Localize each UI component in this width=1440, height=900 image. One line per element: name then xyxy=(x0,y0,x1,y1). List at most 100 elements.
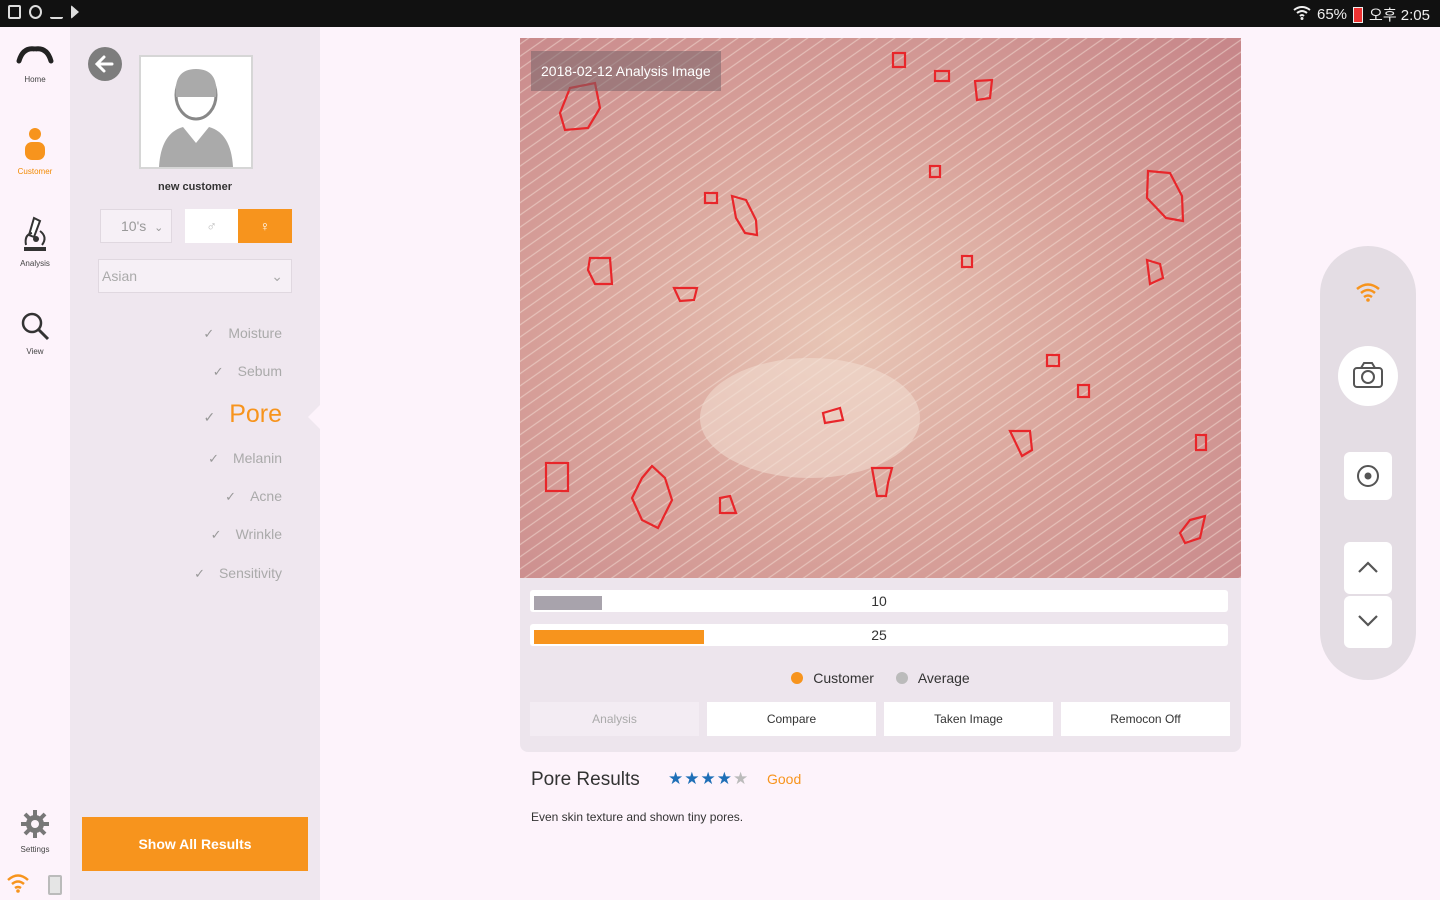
ethnicity-select[interactable]: Asian ⌄ xyxy=(98,259,292,293)
tab-compare[interactable]: Compare xyxy=(707,702,876,736)
chevron-down-icon: ⌄ xyxy=(271,268,283,284)
rail-analysis[interactable]: Analysis xyxy=(0,215,70,268)
category-label: Wrinkle xyxy=(235,526,282,542)
analysis-image[interactable]: 2018-02-12 Analysis Image xyxy=(520,38,1241,578)
customer-panel: new customer 10's ⌄ ♂ ♀ Asian ⌄ ✓ Moistur… xyxy=(70,27,320,900)
check-icon: ✓ xyxy=(208,451,219,466)
download-icon xyxy=(50,5,63,19)
category-pore[interactable]: ✓ Pore xyxy=(203,400,282,429)
customer-value: 25 xyxy=(871,627,887,643)
down-button[interactable] xyxy=(1344,596,1392,648)
rail-analysis-label: Analysis xyxy=(20,259,50,268)
ethnicity-value: Asian xyxy=(102,268,138,284)
tab-analysis[interactable]: Analysis xyxy=(530,702,699,736)
results-grade: Good xyxy=(767,771,802,787)
category-wrinkle[interactable]: ✓ Wrinkle xyxy=(211,526,282,543)
check-icon: ✓ xyxy=(212,364,224,379)
media-icon xyxy=(71,5,79,19)
category-label: Moisture xyxy=(228,325,282,341)
check-icon: ✓ xyxy=(225,489,237,504)
show-all-results-button[interactable]: Show All Results xyxy=(82,817,308,871)
customer-dot-icon xyxy=(791,672,804,684)
chevron-up-icon xyxy=(1358,561,1378,573)
camera-icon xyxy=(1353,362,1383,388)
clock: 오후 2:05 xyxy=(1369,7,1430,24)
category-sebum[interactable]: ✓ Sebum xyxy=(213,363,282,380)
notification-icons xyxy=(8,5,79,19)
average-value: 10 xyxy=(871,593,887,609)
chevron-down-icon xyxy=(1358,615,1378,627)
category-label: Melanin xyxy=(232,450,282,466)
male-icon: ♂ xyxy=(206,218,217,234)
category-label: Acne xyxy=(250,488,282,504)
rail-home-label: Home xyxy=(24,75,46,84)
battery-icon xyxy=(1353,6,1364,23)
person-silhouette-icon xyxy=(159,69,233,167)
check-icon: ✓ xyxy=(210,527,222,542)
rail-view-label: View xyxy=(26,347,44,356)
search-icon xyxy=(21,312,50,341)
star-icon: ★ xyxy=(668,769,685,788)
home-logo-icon xyxy=(16,46,54,64)
wifi-status-icon xyxy=(1293,5,1311,24)
skin-photo xyxy=(520,38,1241,578)
category-moisture[interactable]: ✓ Moisture xyxy=(203,325,282,342)
globe-icon xyxy=(29,5,42,19)
rail-customer-label: Customer xyxy=(17,167,53,176)
rail-view[interactable]: View xyxy=(0,311,70,356)
microscope-icon xyxy=(24,216,46,251)
record-button[interactable] xyxy=(1344,452,1392,500)
check-icon: ✓ xyxy=(203,326,215,341)
wifi-connection-icon xyxy=(6,873,30,898)
image-date-label: 2018-02-12 Analysis Image xyxy=(531,51,721,91)
female-icon: ♀ xyxy=(259,218,271,234)
age-select[interactable]: 10's ⌄ xyxy=(100,209,172,243)
check-icon: ✓ xyxy=(194,566,205,581)
rail-home[interactable]: Home xyxy=(0,43,70,84)
wifi-icon xyxy=(1355,282,1381,307)
remote-control-panel xyxy=(1320,246,1416,680)
results-title: Pore Results xyxy=(531,769,640,790)
gender-female-button[interactable]: ♀ xyxy=(238,209,292,243)
category-melanin[interactable]: ✓ Melanin xyxy=(208,450,282,467)
up-button[interactable] xyxy=(1344,542,1392,594)
star-icon: ★ xyxy=(684,769,701,788)
battery-percent: 65% xyxy=(1317,6,1348,23)
target-icon xyxy=(1357,465,1379,487)
tab-remocon-off[interactable]: Remocon Off xyxy=(1061,702,1230,736)
chevron-down-icon: ⌄ xyxy=(154,222,164,234)
analysis-card: 2018-02-12 Analysis Image 10 25 Customer… xyxy=(520,38,1241,752)
device-battery-icon xyxy=(48,875,62,895)
rail-settings-label: Settings xyxy=(20,845,50,854)
selection-notch xyxy=(308,405,320,429)
capture-button[interactable] xyxy=(1338,346,1398,406)
rating-stars: ★★★★★ xyxy=(668,769,749,789)
age-value: 10's xyxy=(121,218,147,234)
star-icon: ★ xyxy=(716,769,733,788)
status-bar: 65% 오후 2:05 xyxy=(0,0,1440,27)
nav-rail: Home Customer Analysis View Settings xyxy=(0,27,70,900)
star-icon: ★ xyxy=(700,769,717,788)
category-sensitivity[interactable]: ✓ Sensitivity xyxy=(194,565,282,582)
rail-customer[interactable]: Customer xyxy=(0,127,70,176)
category-label: Pore xyxy=(229,400,282,428)
average-dot-icon xyxy=(895,672,908,684)
back-button[interactable] xyxy=(88,47,122,81)
category-label: Sebum xyxy=(237,363,282,379)
gender-male-button[interactable]: ♂ xyxy=(185,209,238,243)
category-acne[interactable]: ✓ Acne xyxy=(225,488,282,505)
category-label: Sensitivity xyxy=(218,565,282,581)
legend-average: Average xyxy=(917,670,970,686)
gear-icon xyxy=(21,810,49,838)
bar-legend: Customer Average xyxy=(520,670,1241,686)
legend-customer: Customer xyxy=(813,670,874,686)
rail-settings[interactable]: Settings xyxy=(0,809,70,854)
customer-avatar[interactable] xyxy=(139,55,253,169)
person-icon xyxy=(25,128,45,160)
analysis-tabs: Analysis Compare Taken Image Remocon Off xyxy=(530,702,1230,736)
sd-card-icon xyxy=(8,5,21,19)
customer-bar: 25 xyxy=(530,624,1228,646)
customer-name: new customer xyxy=(158,181,232,193)
check-icon: ✓ xyxy=(203,409,216,425)
tab-taken-image[interactable]: Taken Image xyxy=(884,702,1053,736)
